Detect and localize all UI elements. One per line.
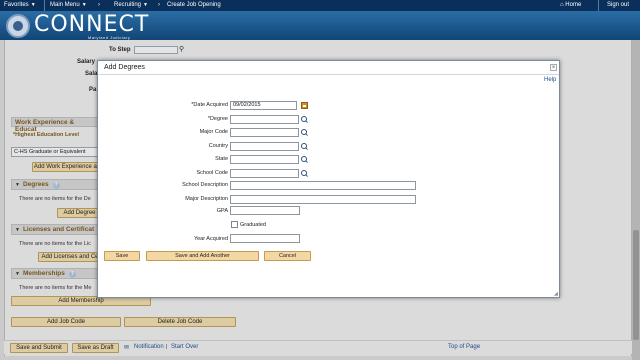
major-description-input[interactable] <box>230 195 416 204</box>
major-code-input[interactable] <box>230 128 299 137</box>
home-icon: ⌂ <box>560 2 564 8</box>
school-description-input[interactable] <box>230 181 416 190</box>
recruiting-menu[interactable]: Recruiting ▼ <box>114 2 148 8</box>
country-input[interactable] <box>230 142 299 151</box>
search-icon[interactable] <box>301 143 308 150</box>
search-icon[interactable] <box>301 129 308 136</box>
date-acquired-input[interactable]: 09/02/2015 <box>230 101 297 110</box>
search-icon[interactable] <box>301 156 308 163</box>
school-code-label: School Code <box>196 170 229 176</box>
main-menu[interactable]: Main Menu ▼ <box>50 2 87 8</box>
home-link[interactable]: ⌂ Home <box>560 2 581 8</box>
search-icon[interactable] <box>301 170 308 177</box>
close-icon[interactable]: × <box>550 64 557 71</box>
country-label: Country <box>208 143 228 149</box>
sign-out-link[interactable]: Sign out <box>607 2 629 8</box>
nav-divider <box>44 0 45 11</box>
help-link[interactable]: Help <box>544 77 556 83</box>
search-icon[interactable] <box>301 116 308 123</box>
cancel-button[interactable]: Cancel <box>264 251 311 261</box>
resize-grip-icon[interactable]: ◢ <box>554 291 558 297</box>
major-description-label: Major Description <box>185 196 228 202</box>
brand-name: CONNECT <box>34 12 150 37</box>
graduated-checkbox[interactable] <box>231 221 238 228</box>
gpa-input[interactable] <box>230 206 300 215</box>
add-degrees-modal: Add Degrees × Help *Date Acquired 09/02/… <box>97 60 560 298</box>
degree-label: *Degree <box>207 116 228 122</box>
modal-header: Add Degrees × <box>98 61 559 75</box>
date-acquired-label: *Date Acquired <box>191 102 228 108</box>
save-button[interactable]: Save <box>104 251 140 261</box>
state-label: State <box>215 156 228 162</box>
breadcrumb-create-job-opening[interactable]: Create Job Opening <box>167 2 221 8</box>
year-acquired-input[interactable] <box>230 234 300 243</box>
major-code-label: Major Code <box>199 129 228 135</box>
state-input[interactable] <box>230 155 299 164</box>
save-and-add-another-button[interactable]: Save and Add Another <box>146 251 259 261</box>
breadcrumb-separator-icon: › <box>158 2 160 8</box>
graduated-label: Graduated <box>240 222 266 228</box>
degree-input[interactable] <box>230 115 299 124</box>
favorites-menu[interactable]: Favorites ▼ <box>4 2 36 8</box>
chevron-down-icon: ▼ <box>81 2 87 8</box>
top-navigation-bar: Favorites ▼ Main Menu ▼ › Recruiting ▼ › Cr… <box>0 0 640 11</box>
school-code-input[interactable] <box>230 169 299 178</box>
chevron-down-icon: ▼ <box>30 2 36 8</box>
year-acquired-label: Year Acquired <box>193 236 228 242</box>
modal-title: Add Degrees <box>104 64 145 71</box>
breadcrumb-separator-icon: › <box>98 2 100 8</box>
school-description-label: School Description <box>182 182 228 188</box>
calendar-icon[interactable] <box>301 102 308 109</box>
chevron-down-icon: ▼ <box>143 2 148 8</box>
judiciary-seal-logo <box>6 14 30 38</box>
nav-divider <box>598 0 599 11</box>
gpa-label: GPA <box>216 208 228 214</box>
